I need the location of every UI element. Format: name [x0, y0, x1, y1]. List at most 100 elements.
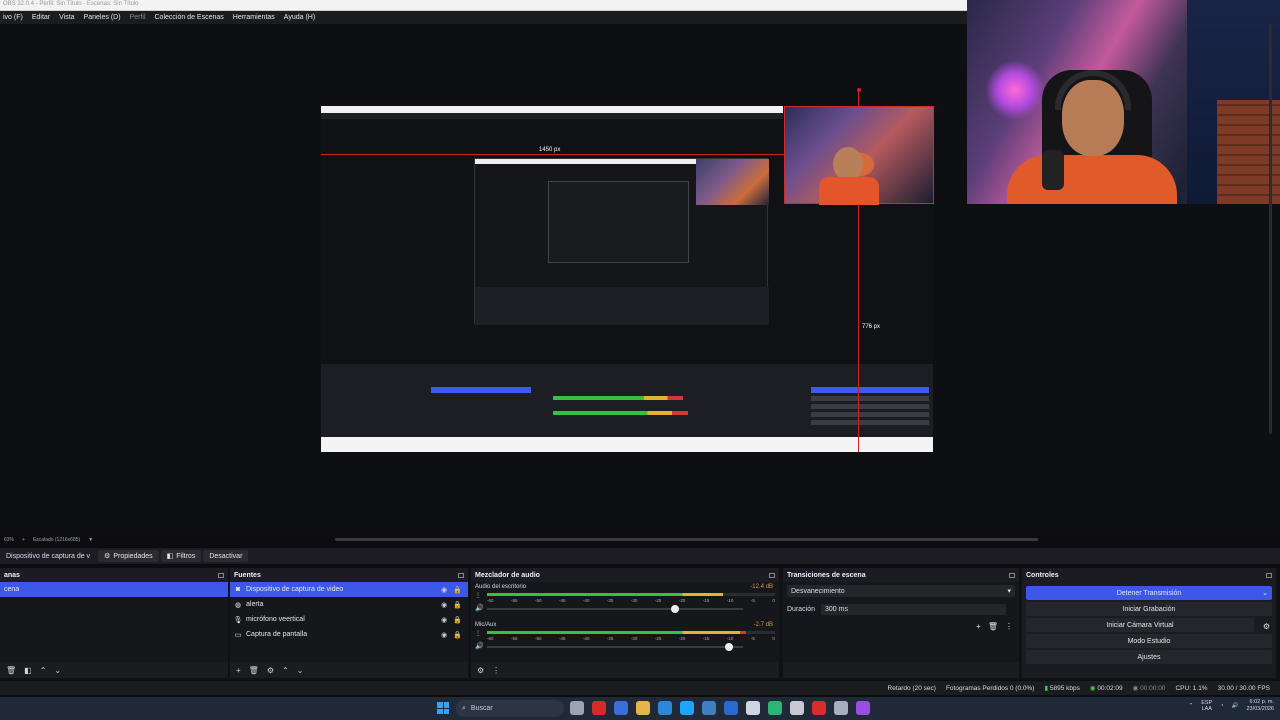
stop-streaming-button[interactable]: Detener Transmisión ⌄ [1026, 586, 1272, 600]
menu-file[interactable]: ivo (F) [3, 14, 23, 21]
more-icon[interactable]: ⋮ [475, 592, 481, 599]
properties-button[interactable]: ⚙ Propiedades [98, 550, 159, 562]
studio-mode-button[interactable]: Modo Estudio [1026, 634, 1272, 648]
zoom-mode[interactable]: Escalado (1216x685) [33, 537, 80, 543]
zoom-level[interactable]: 63% [4, 537, 14, 543]
fader-knob[interactable] [725, 643, 734, 651]
start-virtual-camera-button[interactable]: Iniciar Cámara Virtual [1026, 618, 1254, 632]
preview-vscroll[interactable] [1269, 24, 1272, 434]
link-icon[interactable]: ⚙ [477, 666, 484, 675]
deactivate-button[interactable]: Desactivar [203, 550, 249, 562]
taskbar-app-icon[interactable] [680, 701, 694, 715]
taskbar-app-icon[interactable] [768, 701, 782, 715]
preview-hscroll[interactable] [335, 538, 1038, 541]
volume-icon[interactable]: 🔊 [1232, 703, 1239, 709]
source-item-screen[interactable]: ▭ Captura de pantalla ◉ 🔒 [230, 627, 468, 642]
add-icon[interactable]: + [976, 622, 981, 631]
taskbar-search[interactable]: ⌕ Buscar [456, 700, 564, 717]
eye-icon[interactable]: ◉ [441, 616, 447, 624]
nested-button [811, 396, 929, 401]
transitions-title: Transiciones de escena [787, 571, 866, 579]
volume-fader[interactable] [487, 643, 743, 651]
lock-icon[interactable]: 🔒 [453, 631, 462, 639]
source-item-mic[interactable]: 🎙 micrófono veertical ◉ 🔒 [230, 612, 468, 627]
rec-time: ◉ 00:00:00 [1132, 685, 1166, 692]
source-item-alert[interactable]: ◍ alerta ◉ 🔒 [230, 597, 468, 612]
nested3-canvas [548, 181, 689, 263]
trash-icon[interactable]: 🗑 [249, 666, 259, 675]
taskbar-app-icon[interactable] [834, 701, 848, 715]
more-icon[interactable]: ⋮ [492, 666, 500, 675]
more-icon[interactable]: ⋮ [475, 630, 481, 637]
scenes-panel: anas cena 🗑 ◧ ⌃ ⌄ [0, 568, 228, 678]
webcam-source-selected[interactable] [784, 106, 934, 205]
taskbar-app-icon[interactable] [636, 701, 650, 715]
undock-icon[interactable] [458, 572, 464, 578]
mixer-track: Mic/Aux -2.7 dB -60 -55 -50 -45 -40 -35 -30 -25… [471, 620, 779, 658]
taskbar-app-icon[interactable] [570, 701, 584, 715]
eye-icon[interactable]: ◉ [441, 586, 447, 594]
taskbar-app-icon[interactable] [658, 701, 672, 715]
undock-icon[interactable] [1266, 572, 1272, 578]
monitor-icon: ▭ [234, 631, 242, 639]
selected-source-name: Dispositivo de captura de v [6, 552, 91, 560]
taskbar-app-icon[interactable] [702, 701, 716, 715]
lang-indicator[interactable]: ESP LAA [1201, 700, 1212, 712]
more-icon[interactable]: ⋮ [1005, 622, 1013, 631]
chevron-up-icon[interactable]: ⌃ [1189, 703, 1194, 709]
fader-knob[interactable] [671, 605, 680, 613]
zoom-plus-icon[interactable]: + [22, 537, 25, 543]
undock-icon[interactable] [1009, 572, 1015, 578]
chevron-up-icon[interactable]: ⌃ [40, 666, 47, 675]
taskbar-app-icon[interactable] [614, 701, 628, 715]
volume-fader[interactable] [487, 605, 743, 613]
menu-profile[interactable]: Perfil [130, 14, 146, 21]
chevron-down-icon[interactable]: ⌄ [297, 666, 304, 675]
trash-icon[interactable]: 🗑 [988, 622, 998, 631]
menu-edit[interactable]: Editar [32, 14, 50, 21]
docks: anas cena 🗑 ◧ ⌃ ⌄ Fuentes ◙ Dispositivo … [0, 568, 1280, 680]
lock-icon[interactable]: 🔒 [453, 616, 462, 624]
chevron-down-icon[interactable]: ⌄ [54, 666, 61, 675]
filters-button[interactable]: ◧ Filtros [160, 550, 202, 562]
taskbar-app-icon[interactable] [746, 701, 760, 715]
taskbar-app-icon[interactable] [790, 701, 804, 715]
lock-icon[interactable]: 🔒 [453, 601, 462, 609]
start-recording-button[interactable]: Iniciar Grabación [1026, 602, 1272, 616]
menu-docks[interactable]: Paneles (D) [84, 14, 121, 21]
undock-icon[interactable] [218, 572, 224, 578]
gear-icon[interactable]: ⚙ [267, 666, 274, 675]
taskbar-app-icon[interactable] [592, 701, 606, 715]
eye-icon[interactable]: ◉ [441, 631, 447, 639]
volume-icon[interactable]: 🔊 [475, 642, 484, 650]
add-icon[interactable]: + [236, 666, 241, 675]
clock[interactable]: 6:02 p. m. 23/03/2026 [1246, 699, 1274, 713]
chevron-down-icon[interactable]: ▼ [88, 537, 93, 543]
transition-select[interactable]: Desvanecimiento ▾ [787, 585, 1015, 597]
volume-icon[interactable]: 🔊 [475, 604, 484, 612]
taskbar-app-icon[interactable] [724, 701, 738, 715]
duration-input[interactable]: 300 ms [821, 604, 1007, 615]
settings-button[interactable]: Ajustes [1026, 650, 1272, 664]
trash-icon[interactable]: 🗑 [6, 666, 16, 675]
mixer-tracks: Audio del escritorio -12.4 dB -60 -55 -50-… [471, 582, 779, 662]
undock-icon[interactable] [769, 572, 775, 578]
eye-icon[interactable]: ◉ [441, 601, 447, 609]
taskbar-app-icon[interactable] [812, 701, 826, 715]
chevron-down-icon[interactable]: ⌄ [1262, 589, 1268, 597]
scale-tick: -60 [487, 598, 494, 603]
taskbar-app-icon[interactable] [856, 701, 870, 715]
source-item-camera[interactable]: ◙ Dispositivo de captura de video ◉ 🔒 [230, 582, 468, 597]
lock-icon[interactable]: 🔒 [453, 586, 462, 594]
gear-icon[interactable]: ⚙ [1263, 622, 1270, 631]
filter-icon[interactable]: ◧ [24, 666, 32, 675]
chevron-up-icon[interactable]: ⌃ [282, 666, 289, 675]
menu-scene-collection[interactable]: Colección de Escenas [155, 14, 224, 21]
windows-start-icon[interactable] [437, 702, 449, 714]
wifi-icon[interactable]: ◔ [1220, 703, 1223, 709]
menu-help[interactable]: Ayuda (H) [284, 14, 315, 21]
menu-view[interactable]: Vista [59, 14, 74, 21]
scene-item[interactable]: cena [0, 582, 228, 597]
scale-tick: -20 [678, 636, 686, 641]
menu-tools[interactable]: Herramientas [233, 14, 275, 21]
